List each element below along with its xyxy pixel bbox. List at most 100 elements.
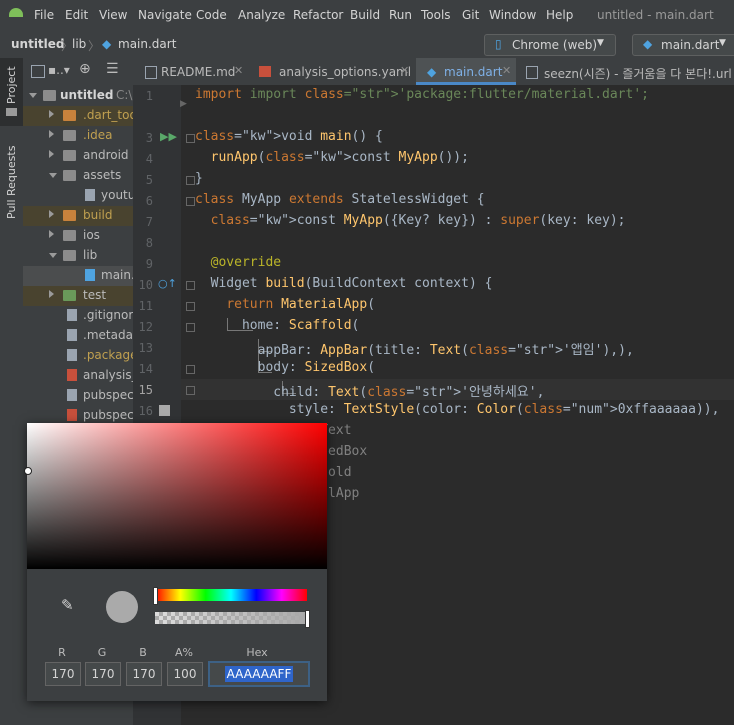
tree-item[interactable]: .packages xyxy=(23,346,133,366)
chevron-right-icon xyxy=(49,230,54,238)
folder-icon xyxy=(6,108,17,116)
tree-item[interactable]: android xyxy=(23,146,133,166)
line-number: 4 xyxy=(145,152,153,166)
run-configuration-selector[interactable]: ◆ main.dart ▼ xyxy=(632,34,734,56)
tree-item[interactable]: .dart_tool xyxy=(23,106,133,126)
breadcrumb-folder[interactable]: lib xyxy=(72,37,86,51)
hex-field-value: AAAAAAFF xyxy=(224,666,294,682)
tree-item[interactable]: .idea xyxy=(23,126,133,146)
menu-tools[interactable]: Tools xyxy=(421,8,451,22)
dart-file-icon: ◆ xyxy=(427,65,437,79)
hue-slider-thumb[interactable] xyxy=(153,587,158,605)
menu-navigate[interactable]: Navigate xyxy=(138,8,192,22)
project-tool-label: Project xyxy=(5,66,18,104)
tab-url[interactable]: seezn(시즌) - 즐거움을 다 본다!.url xyxy=(516,58,734,85)
code-line: style: TextStyle(color: Color(class="num… xyxy=(195,402,720,417)
tree-item[interactable]: test xyxy=(23,286,133,306)
fold-marker-icon[interactable] xyxy=(186,386,195,395)
close-icon[interactable]: ✕ xyxy=(400,64,409,77)
breadcrumb-project[interactable]: untitled xyxy=(11,37,65,51)
tree-item[interactable]: pubspec. xyxy=(23,386,133,406)
tree-item-label: .idea xyxy=(83,128,113,142)
tree-item[interactable]: main. xyxy=(23,266,133,286)
file-icon xyxy=(67,309,77,321)
menu-help[interactable]: Help xyxy=(546,8,573,22)
fold-marker-icon[interactable] xyxy=(186,281,195,290)
code-line: class MyApp extends StatelessWidget { xyxy=(195,192,485,207)
menu-code[interactable]: Code xyxy=(196,8,227,22)
code-line: runApp(class="kw">const MyApp()); xyxy=(210,150,469,165)
fold-marker-icon[interactable] xyxy=(186,176,195,185)
close-icon[interactable]: ✕ xyxy=(234,64,243,77)
override-marker-icon[interactable]: ○↑ xyxy=(158,277,177,290)
file-icon xyxy=(67,349,77,361)
tree-root[interactable]: untitled C:\ xyxy=(23,86,133,106)
tree-item[interactable]: lib xyxy=(23,246,133,266)
pull-requests-tool-tab[interactable]: Pull Requests xyxy=(0,134,23,224)
tree-item-label: lib xyxy=(83,248,98,262)
blue-field[interactable]: 170 xyxy=(126,662,162,686)
tree-item[interactable]: assets xyxy=(23,166,133,186)
tab-readme[interactable]: README.md ✕ xyxy=(133,58,248,85)
saturation-brightness-area[interactable] xyxy=(27,423,327,569)
alpha-slider-thumb[interactable] xyxy=(305,610,310,628)
tree-item[interactable]: analysis_o xyxy=(23,366,133,386)
tab-analysis-options[interactable]: analysis_options.yaml ✕ xyxy=(248,58,416,85)
menu-file[interactable]: File xyxy=(34,8,54,22)
menu-edit[interactable]: Edit xyxy=(65,8,88,22)
view-mode-dropdown-icon[interactable]: ▪..▾ xyxy=(48,63,70,77)
menu-refactor[interactable]: Refactor xyxy=(293,8,343,22)
chevron-down-icon xyxy=(49,253,57,258)
saturation-cursor[interactable] xyxy=(24,467,32,475)
tree-item-label: analysis_o xyxy=(83,368,133,382)
hue-slider[interactable] xyxy=(155,589,307,601)
eyedropper-icon[interactable]: ✎ xyxy=(61,596,74,614)
tree-item[interactable]: .gitignore xyxy=(23,306,133,326)
pull-requests-label: Pull Requests xyxy=(5,145,18,219)
window-title: untitled - main.dart xyxy=(597,8,714,22)
tree-item-label: pubspec. xyxy=(83,388,133,402)
file-icon xyxy=(85,189,95,201)
code-line: class="kw">const MyApp({Key? key}) : sup… xyxy=(210,213,626,228)
tree-item[interactable]: youtu xyxy=(23,186,133,206)
menu-window[interactable]: Window xyxy=(489,8,536,22)
close-icon[interactable]: ✕ xyxy=(502,64,511,77)
menu-git[interactable]: Git xyxy=(462,8,479,22)
line-number: 16 xyxy=(138,404,153,418)
menu-run[interactable]: Run xyxy=(389,8,412,22)
line-number: 13 xyxy=(138,341,153,355)
alpha-field[interactable]: 100 xyxy=(167,662,203,686)
menu-view[interactable]: View xyxy=(99,8,127,22)
fold-marker-icon[interactable] xyxy=(186,134,195,143)
folder-icon xyxy=(63,250,76,261)
line-number: 6 xyxy=(145,194,153,208)
hex-field[interactable]: AAAAAAFF xyxy=(208,661,310,687)
locate-icon[interactable]: ⊕ xyxy=(79,61,91,77)
fold-marker-icon[interactable] xyxy=(186,197,195,206)
breadcrumb-file[interactable]: main.dart xyxy=(118,37,176,51)
device-selector[interactable]: ▯ Chrome (web) ▼ xyxy=(484,34,616,56)
menu-analyze[interactable]: Analyze xyxy=(238,8,285,22)
collapse-all-icon[interactable]: ☰ xyxy=(106,61,119,77)
tree-item[interactable]: build xyxy=(23,206,133,226)
flutter-icon: ◆ xyxy=(643,37,653,51)
menu-build[interactable]: Build xyxy=(350,8,380,22)
fold-marker-icon[interactable] xyxy=(186,365,195,374)
fold-marker-icon[interactable] xyxy=(186,302,195,311)
tree-item[interactable]: ios xyxy=(23,226,133,246)
run-icon[interactable]: ▶▶ xyxy=(160,130,177,143)
folder-icon xyxy=(63,150,76,161)
markdown-file-icon xyxy=(145,66,157,79)
tab-main-dart[interactable]: ◆ main.dart ✕ xyxy=(416,58,516,85)
code-line: appBar: AppBar(title: Text(class="str">'… xyxy=(195,343,634,358)
fold-marker-icon[interactable] xyxy=(186,323,195,332)
view-mode-icon[interactable] xyxy=(31,65,45,78)
yaml-file-icon xyxy=(259,66,271,77)
green-field[interactable]: 170 xyxy=(85,662,121,686)
fold-arrow-icon[interactable]: ▶ xyxy=(180,99,187,109)
tree-item[interactable]: .metadata xyxy=(23,326,133,346)
blue-label: B xyxy=(139,646,147,659)
red-field[interactable]: 170 xyxy=(45,662,81,686)
color-swatch-icon[interactable] xyxy=(159,405,170,416)
left-tool-strip: Project Pull Requests xyxy=(0,58,24,725)
